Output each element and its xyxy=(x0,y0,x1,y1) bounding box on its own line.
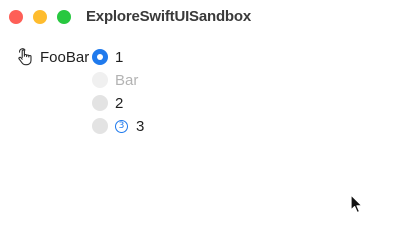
radio-button-disabled xyxy=(92,72,108,88)
zoom-window-button[interactable] xyxy=(57,10,71,24)
radio-button[interactable] xyxy=(92,95,108,111)
radio-option-3[interactable]: 3 3 xyxy=(92,117,144,135)
arrow-cursor-icon xyxy=(350,194,364,214)
foobar-label-text: FooBar xyxy=(40,48,90,66)
hand-pointer-icon xyxy=(16,48,33,66)
radio-button[interactable] xyxy=(92,118,108,134)
title-bar: ExploreSwiftUISandbox xyxy=(0,0,412,36)
radio-option-2-label: 2 xyxy=(115,94,124,112)
window-title: ExploreSwiftUISandbox xyxy=(86,8,251,25)
circled-number-icon: 3 xyxy=(115,119,128,133)
app-window: ExploreSwiftUISandbox FooBar 1 Bar 2 3 3 xyxy=(0,0,412,242)
radio-option-bar-label: Bar xyxy=(115,71,139,89)
radio-button-selected[interactable] xyxy=(92,49,108,65)
radio-option-bar: Bar xyxy=(92,71,138,89)
radio-option-3-label: 3 xyxy=(136,117,145,135)
radio-option-1[interactable]: 1 xyxy=(92,48,123,66)
radio-option-2[interactable]: 2 xyxy=(92,94,123,112)
foobar-label: FooBar xyxy=(16,47,89,67)
close-window-button[interactable] xyxy=(9,10,23,24)
minimize-window-button[interactable] xyxy=(33,10,47,24)
radio-option-1-label: 1 xyxy=(115,48,124,66)
